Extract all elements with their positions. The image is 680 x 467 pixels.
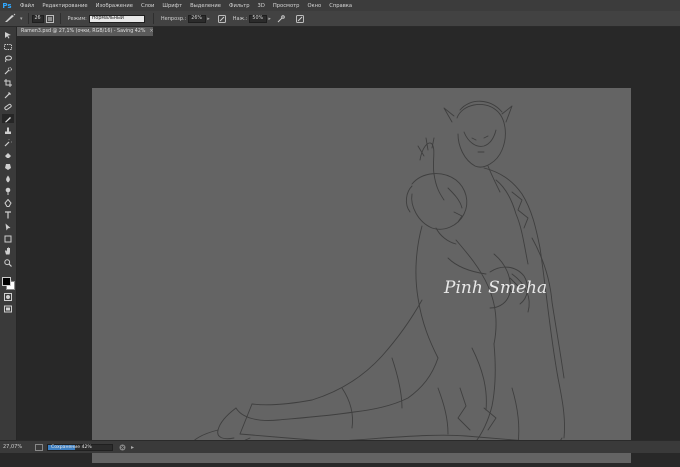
brush-icon (4, 13, 16, 25)
healing-tool[interactable] (2, 102, 14, 111)
stamp-tool[interactable] (2, 126, 14, 135)
pen-tool[interactable] (2, 198, 14, 207)
brush-tool[interactable] (2, 114, 14, 123)
brush-size-picker[interactable]: 26 (31, 14, 44, 23)
tools-panel (0, 27, 17, 440)
flow-dropdown-icon[interactable]: ▸ (268, 16, 271, 22)
menu-view[interactable]: Просмотр (269, 3, 304, 9)
status-bar: 27,07% Сохранение 42% ▸ (0, 440, 680, 453)
workspace: Pinh Smeha (17, 36, 680, 463)
flow-input[interactable]: 50% (249, 14, 268, 23)
menu-image[interactable]: Изображение (92, 3, 137, 9)
blur-tool[interactable] (2, 174, 14, 183)
type-icon (4, 210, 12, 219)
zoom-icon (4, 258, 12, 267)
shape-icon (4, 235, 12, 243)
quick-select-tool[interactable] (2, 66, 14, 75)
document-canvas[interactable]: Pinh Smeha (92, 88, 631, 463)
move-tool[interactable] (2, 30, 14, 39)
eyedropper-icon (4, 91, 12, 99)
quick-mask-button[interactable] (2, 292, 14, 301)
divider (152, 13, 154, 24)
options-bar: ▾ 26 Режим: Нормальный Непрозр.: 26% ▸ Н… (0, 11, 680, 27)
history-brush-icon (4, 138, 12, 147)
save-progress-text: Сохранение 42% (51, 444, 92, 450)
opacity-dropdown-icon[interactable]: ▸ (207, 16, 210, 22)
zoom-level[interactable]: 27,07% (0, 444, 29, 450)
path-select-tool[interactable] (2, 222, 14, 231)
signature-text: Pinh Smeha (443, 278, 547, 298)
close-icon[interactable]: × (149, 29, 153, 34)
pressure-opacity-icon[interactable] (218, 14, 227, 23)
healing-icon (4, 103, 12, 111)
pressure-size-icon[interactable] (296, 14, 305, 23)
menu-file[interactable]: Файл (16, 3, 38, 9)
opacity-input[interactable]: 26% (188, 14, 207, 23)
marquee-icon (4, 43, 12, 51)
cancel-save-icon[interactable] (119, 444, 126, 451)
opacity-label: Непрозр.: (160, 15, 187, 22)
document-info-icon[interactable] (35, 443, 43, 451)
type-tool[interactable] (2, 210, 14, 219)
stamp-icon (4, 127, 12, 135)
menu-3d[interactable]: 3D (254, 3, 269, 9)
pen-icon (4, 198, 12, 207)
crop-icon (4, 78, 12, 87)
screen-mode-button[interactable] (2, 304, 14, 313)
menu-window[interactable]: Окно (303, 3, 325, 9)
foreground-color-swatch[interactable] (2, 277, 11, 286)
shape-tool[interactable] (2, 234, 14, 243)
marquee-tool[interactable] (2, 42, 14, 51)
save-progress-bar: Сохранение 42% (47, 443, 113, 451)
zoom-tool[interactable] (2, 258, 14, 267)
dodge-icon (4, 187, 12, 195)
menu-edit[interactable]: Редактирование (38, 3, 91, 9)
eraser-icon (4, 151, 12, 159)
path-select-icon (4, 223, 12, 231)
menu-type[interactable]: Шрифт (158, 3, 186, 9)
divider (59, 13, 61, 24)
lasso-tool[interactable] (2, 54, 14, 63)
eraser-tool[interactable] (2, 150, 14, 159)
swap-colors-icon[interactable] (2, 270, 14, 285)
hand-tool[interactable] (2, 246, 14, 255)
menu-bar: Ps Файл Редактирование Изображение Слои … (0, 0, 680, 11)
airbrush-icon[interactable] (277, 14, 286, 23)
photoshop-logo: Ps (2, 1, 12, 10)
hand-icon (4, 247, 12, 255)
mode-label: Режим: (67, 15, 87, 22)
brush-icon (4, 115, 12, 123)
document-tab-title: Ramen3.psd @ 27,1% (очки, RGB/16) - Savi… (21, 29, 146, 34)
crop-tool[interactable] (2, 78, 14, 87)
tool-preset-picker[interactable] (0, 12, 20, 25)
quick-select-icon (4, 66, 12, 75)
brush-panel-icon[interactable] (46, 14, 55, 23)
divider (27, 13, 29, 24)
gradient-tool[interactable] (2, 162, 14, 171)
blur-icon (4, 175, 12, 183)
move-icon (4, 31, 12, 39)
document-tab[interactable]: Ramen3.psd @ 27,1% (очки, RGB/16) - Savi… (17, 27, 153, 36)
quick-mask-icon (4, 292, 12, 301)
blend-mode-select[interactable]: Нормальный (88, 14, 145, 23)
menu-filter[interactable]: Фильтр (225, 3, 254, 9)
chevron-down-icon[interactable]: ▾ (20, 16, 23, 22)
menu-layers[interactable]: Слои (137, 3, 158, 9)
history-brush-tool[interactable] (2, 138, 14, 147)
eyedropper-tool[interactable] (2, 90, 14, 99)
flow-label: Наж.: (232, 15, 248, 22)
lasso-icon (4, 55, 12, 63)
status-menu-icon[interactable]: ▸ (129, 444, 136, 451)
screen-mode-icon (4, 305, 12, 313)
menu-help[interactable]: Справка (325, 3, 356, 9)
dodge-tool[interactable] (2, 186, 14, 195)
artist-signature: Pinh Smeha (443, 278, 547, 298)
gradient-icon (4, 163, 12, 171)
sketch-drawing: Pinh Smeha (189, 100, 565, 451)
menu-select[interactable]: Выделение (186, 3, 225, 9)
